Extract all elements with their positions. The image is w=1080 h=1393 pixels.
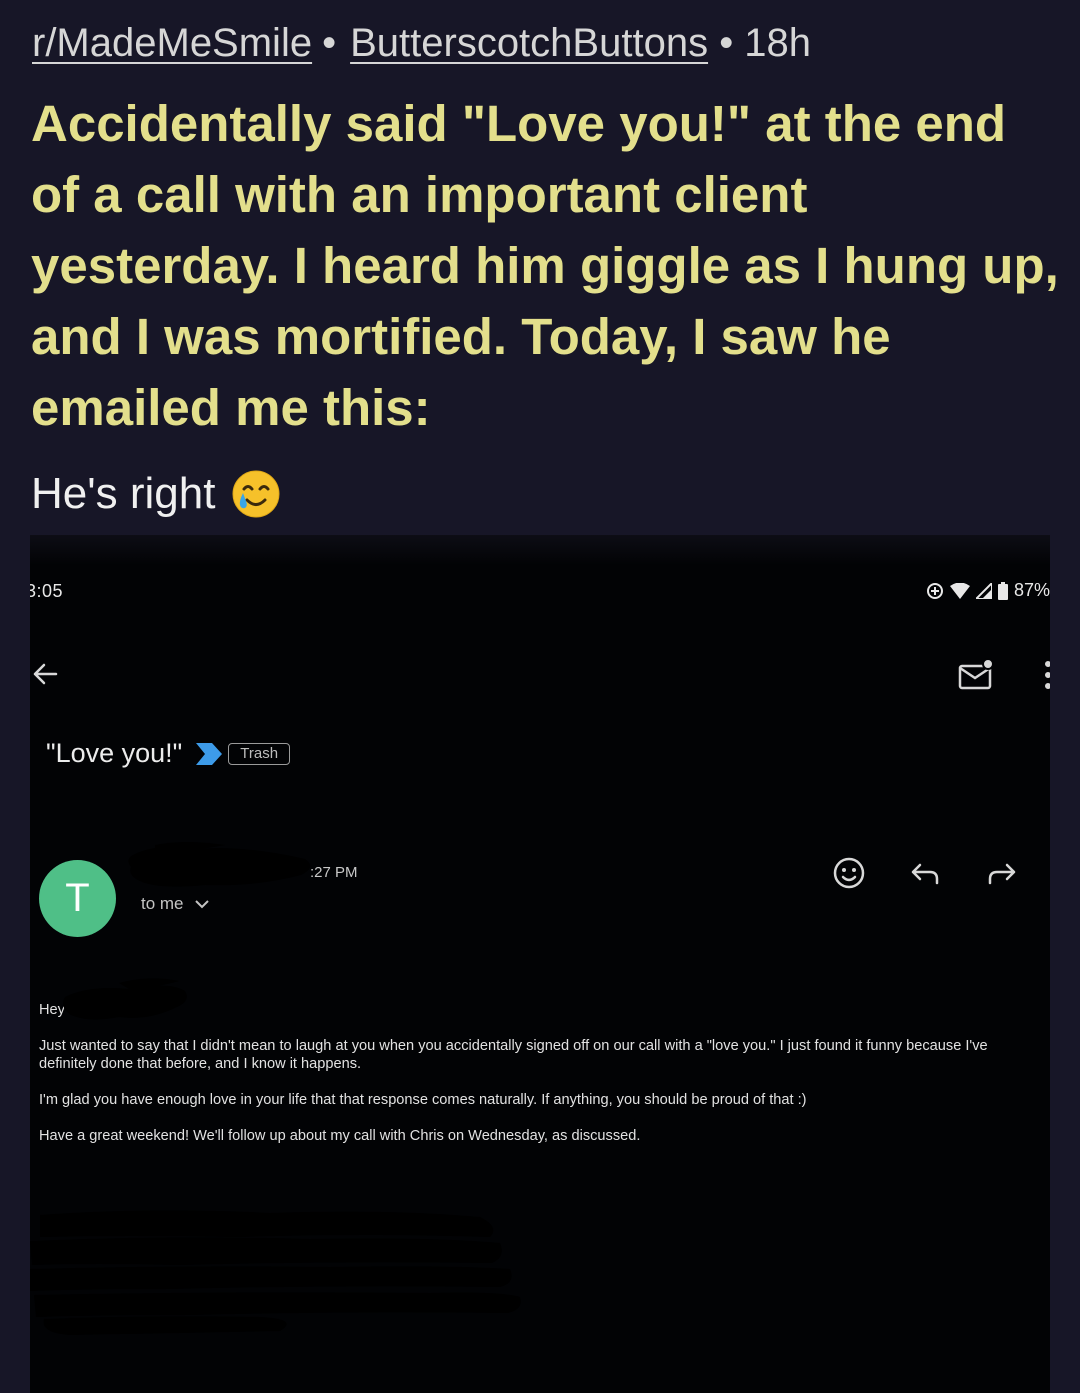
sender-avatar[interactable]: T xyxy=(39,860,116,937)
important-marker-icon[interactable] xyxy=(196,742,223,765)
battery-icon xyxy=(997,581,1008,600)
subreddit-link[interactable]: r/MadeMeSmile xyxy=(32,21,312,65)
trash-label-chip[interactable]: Trash xyxy=(228,742,291,765)
battery-percent: 87% xyxy=(1013,580,1050,600)
chevron-down-icon xyxy=(194,900,209,909)
more-options-icon[interactable] xyxy=(1040,659,1050,691)
email-paragraph: Just wanted to say that I didn't mean to… xyxy=(39,1038,988,1072)
email-subject: "Love you!" Trash xyxy=(46,738,291,769)
reply-icon[interactable] xyxy=(908,856,942,890)
back-arrow-icon[interactable] xyxy=(30,659,60,689)
redacted-signature xyxy=(30,1210,521,1335)
sent-time: :27 PM xyxy=(310,864,358,881)
email-greeting: Hey xyxy=(39,978,1044,1020)
author-link[interactable]: ButterscotchButtons xyxy=(350,21,708,65)
redacted-sender-name xyxy=(128,842,311,887)
recipient-text: to me xyxy=(141,894,184,913)
email-body: Hey Just wanted to say that I didn't mea… xyxy=(39,978,1044,1163)
email-screenshot: 3:05 87% "Love you!" Trash T:27 PM to m… xyxy=(30,535,1050,1393)
post-title[interactable]: Accidentally said "Love you!" at the end… xyxy=(31,88,1061,443)
post-body: He's right xyxy=(31,466,281,522)
screenshot-top-fade xyxy=(30,535,1050,565)
email-paragraph: I'm glad you have enough love in your li… xyxy=(39,1092,807,1108)
mark-unread-icon[interactable] xyxy=(958,658,994,690)
add-reaction-icon[interactable] xyxy=(832,856,866,890)
post-age: • 18h xyxy=(719,21,812,65)
post-body-text: He's right xyxy=(31,469,216,518)
email-paragraph: Have a great weekend! We'll follow up ab… xyxy=(39,1128,641,1144)
subject-text: "Love you!" xyxy=(46,738,183,768)
data-saver-icon xyxy=(926,582,943,599)
status-icons: 87% xyxy=(926,580,1050,601)
recipient-toggle[interactable]: to me xyxy=(141,894,210,914)
signal-icon xyxy=(975,582,992,599)
status-time: 3:05 xyxy=(30,581,64,601)
smiling-face-with-tear-icon xyxy=(232,470,280,518)
wifi-icon xyxy=(949,582,970,599)
meta-separator: • xyxy=(322,21,337,65)
redacted-recipient-name xyxy=(63,978,187,1020)
forward-icon[interactable] xyxy=(985,856,1019,890)
post-meta: r/MadeMeSmile • ButterscotchButtons • 18h xyxy=(32,20,811,66)
